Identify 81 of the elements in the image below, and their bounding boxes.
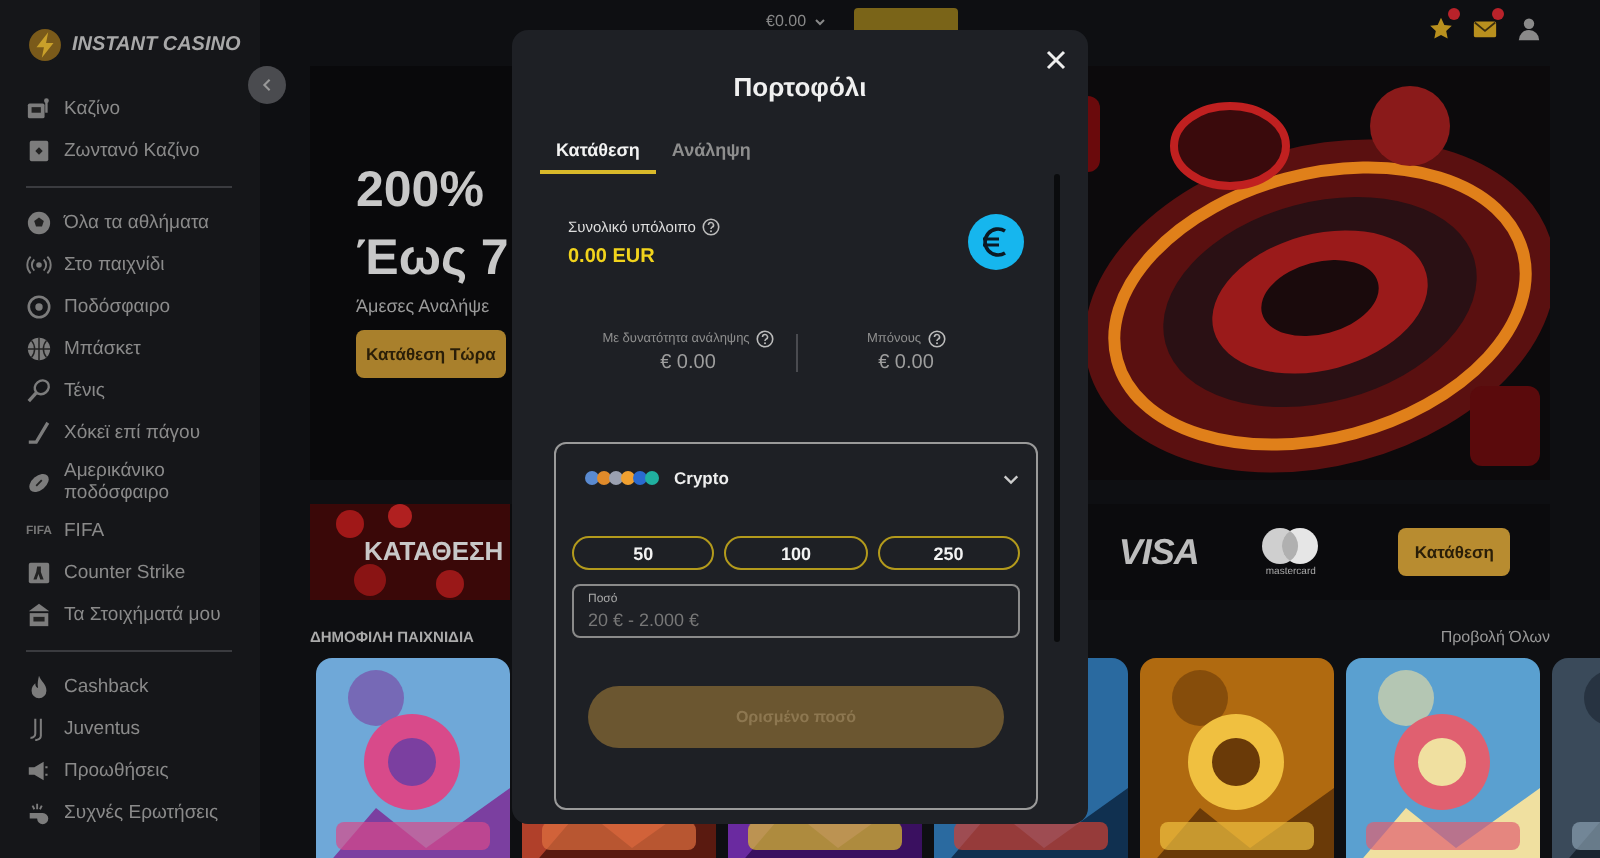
- promo-headline: 200%: [356, 160, 484, 222]
- deposit-button[interactable]: Κατάθεση: [1398, 528, 1510, 576]
- sidebar-item[interactable]: Αμερικάνικο ποδόσφαιρο: [0, 454, 240, 510]
- sidebar-item[interactable]: Όλα τα αθλήματα: [0, 202, 260, 244]
- sidebar-item-label: Προωθήσεις: [64, 760, 169, 782]
- sidebar-item-label: FIFA: [64, 520, 105, 542]
- collapse-button[interactable]: [248, 66, 286, 104]
- sidebar-item-label: Καζίνο: [64, 98, 121, 120]
- sidebar-item[interactable]: Καζίνο: [0, 88, 260, 130]
- deposit-now-button[interactable]: Κατάθεση Τώρα: [356, 330, 506, 378]
- chevron-left-icon: [260, 78, 274, 92]
- deposit-banner-title: ΚΑΤΑΘΕΣΗ: [364, 536, 504, 566]
- sidebar-item[interactable]: Προωθήσεις: [0, 750, 260, 792]
- sidebar-item-label: Τα Στοιχήματά μου: [64, 604, 221, 626]
- sidebar-item[interactable]: Ζωντανό Καζίνο: [0, 130, 260, 172]
- sidebar-item-label: Μπάσκετ: [64, 338, 141, 360]
- balance-value: € 0.00: [660, 352, 716, 374]
- sidebar-item[interactable]: Τα Στοιχήματά μου: [0, 594, 260, 636]
- tab[interactable]: Κατάθεση: [540, 134, 656, 174]
- sidebar-item[interactable]: Cashback: [0, 666, 260, 708]
- tab[interactable]: Ανάληψη: [655, 134, 767, 174]
- caret-icon[interactable]: [814, 15, 827, 27]
- logo-icon: [28, 27, 62, 61]
- logo-text: INSTANT CASINO: [72, 33, 241, 55]
- card-brand: VISA: [1118, 531, 1199, 573]
- sidebar-item[interactable]: Στο παιχνίδι: [0, 244, 260, 286]
- amount-preset-button[interactable]: 250: [877, 536, 1020, 570]
- help-icon[interactable]: [755, 330, 774, 348]
- sidebar-item[interactable]: Τένις: [0, 370, 260, 412]
- megaphone-icon: [26, 758, 52, 784]
- ball-icon: [26, 210, 52, 236]
- balance-amount[interactable]: €0.00: [766, 12, 807, 30]
- overlapping-circles-icon: [1258, 526, 1323, 566]
- mail-icon[interactable]: [1472, 16, 1498, 42]
- sidebar-item[interactable]: Counter Strike: [0, 552, 260, 594]
- euro-icon: [968, 214, 1024, 270]
- chevron-down-icon[interactable]: [1002, 469, 1020, 487]
- sidebar-item[interactable]: Χόκεϊ επί πάγου: [0, 412, 260, 454]
- sidebar-item-label: Αμερικάνικο ποδόσφαιρο: [64, 460, 172, 504]
- star-icon[interactable]: [1428, 16, 1454, 42]
- total-balance-value: 0.00 EUR: [568, 245, 657, 267]
- sidebar-item-label: Στο παιχνίδι: [64, 254, 165, 276]
- close-button[interactable]: [1042, 46, 1070, 74]
- racket-icon: [26, 378, 52, 404]
- sidebar-item[interactable]: Juventus: [0, 708, 260, 750]
- whistle-icon: [26, 800, 52, 826]
- sidebar-item-label: Ποδόσφαιρο: [64, 296, 171, 318]
- card-icon: [26, 138, 52, 164]
- promo-headline: Έως 7: [356, 228, 509, 290]
- sidebar-item-label: Juventus: [64, 718, 141, 740]
- receipt-icon: [26, 602, 52, 628]
- signal-icon: [26, 252, 52, 278]
- promo-subtitle: Άμεσες Αναλήψε: [356, 296, 490, 316]
- circle-dot-icon: [26, 294, 52, 320]
- hockey-stick-icon: [26, 420, 52, 446]
- user-icon[interactable]: [1516, 16, 1542, 42]
- help-icon[interactable]: [701, 217, 720, 235]
- figure-icon: [26, 560, 52, 586]
- sidebar-item-label: Ζωντανό Καζίνο: [64, 140, 200, 162]
- football-icon: [26, 469, 52, 495]
- sidebar-item[interactable]: Μπάσκετ: [0, 328, 260, 370]
- amount-preset-button[interactable]: 50: [572, 536, 715, 570]
- flame-icon: [26, 674, 52, 700]
- amount-input[interactable]: 20 € - 2.000 €: [588, 607, 988, 631]
- amount-preset-button[interactable]: 100: [724, 536, 868, 570]
- sidebar-item-label: Χόκεϊ επί πάγου: [64, 422, 201, 444]
- coins-icon: [584, 470, 664, 486]
- basketball-icon: [26, 336, 52, 362]
- payment-method-name[interactable]: Crypto: [674, 468, 729, 488]
- modal-title: Πορτοφόλι: [733, 72, 867, 102]
- sidebar-item-label: Counter Strike: [64, 562, 186, 584]
- sidebar-item[interactable]: Ποδόσφαιρο: [0, 286, 260, 328]
- sidebar-item-label: Cashback: [64, 676, 149, 698]
- sidebar-item-label: Συχνές Ερωτήσεις: [64, 802, 219, 824]
- sidebar-item-label: Όλα τα αθλήματα: [64, 212, 210, 234]
- slot-machine-icon: [26, 96, 52, 122]
- balance-value: € 0.00: [878, 352, 934, 374]
- sidebar-item-label: Τένις: [64, 380, 105, 402]
- view-all-link[interactable]: Προβολή Όλων: [1440, 627, 1550, 645]
- help-icon[interactable]: [927, 330, 946, 348]
- sidebar-item[interactable]: Συχνές Ερωτήσεις: [0, 792, 260, 834]
